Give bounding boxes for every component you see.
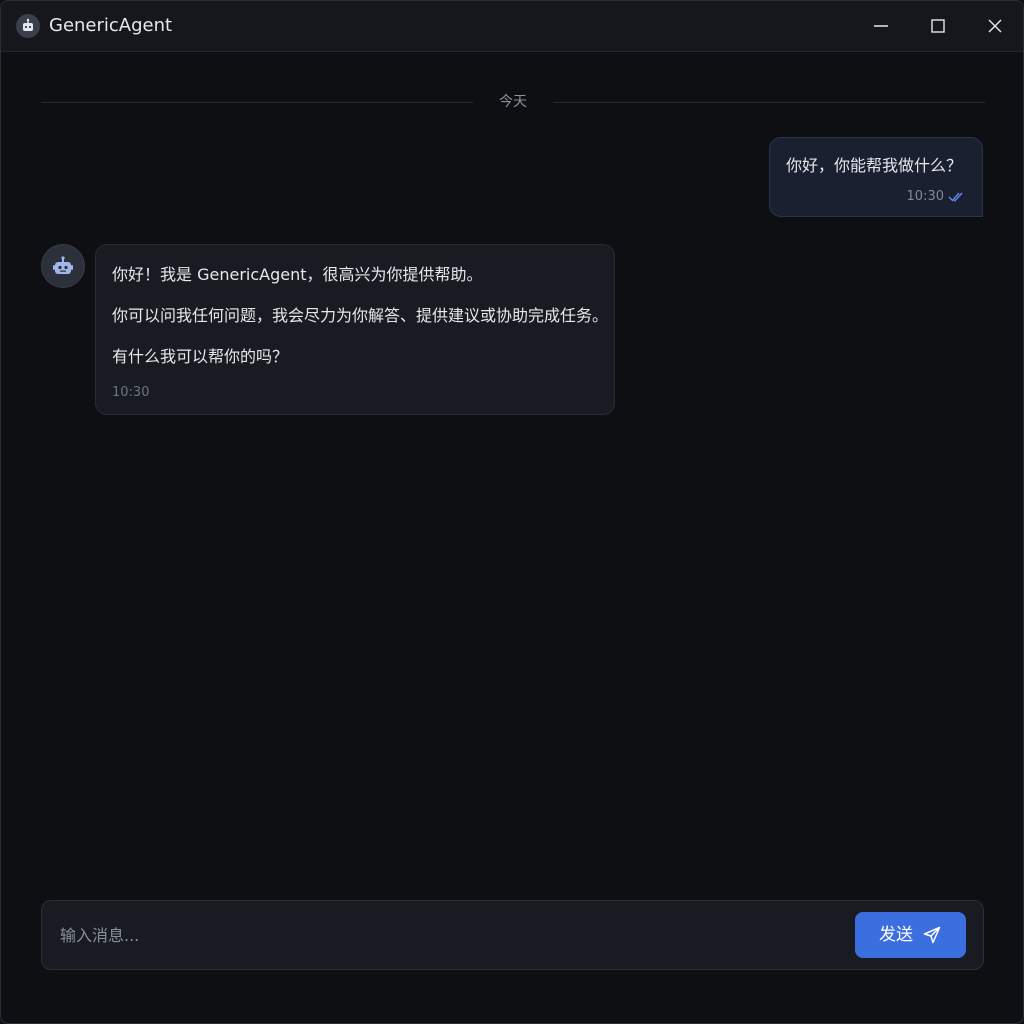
minimize-button[interactable]: [853, 1, 909, 51]
assistant-message-line: 有什么我可以帮你的吗？: [112, 347, 289, 366]
assistant-message-time: 10:30: [112, 385, 150, 400]
minimize-icon: [874, 25, 888, 27]
assistant-message-line: 你可以问我任何问题，我会尽力为你解答、提供建议或协助完成任务。: [112, 306, 609, 325]
paper-plane-icon: [923, 926, 941, 944]
date-divider-line-right: [553, 102, 985, 103]
date-divider: 今天: [499, 94, 527, 110]
title-bar[interactable]: GenericAgent: [1, 1, 1023, 52]
maximize-icon: [931, 19, 945, 33]
robot-icon: [53, 256, 73, 274]
composer: 发送: [41, 900, 984, 970]
robot-icon: [16, 14, 40, 38]
double-check-icon: [948, 192, 963, 202]
close-button[interactable]: [967, 1, 1023, 51]
assistant-message-line: 你好！我是 GenericAgent，很高兴为你提供帮助。: [112, 265, 483, 284]
user-message: 你好，你能帮我做什么？ 10:30: [769, 137, 983, 217]
user-message-text: 你好，你能帮我做什么？: [786, 156, 963, 175]
maximize-button[interactable]: [910, 1, 966, 51]
send-button[interactable]: 发送: [855, 912, 966, 958]
assistant-message: 你好！我是 GenericAgent，很高兴为你提供帮助。 你可以问我任何问题，…: [95, 244, 615, 415]
app-window: GenericAgent 今天 你好，你能帮我做什么？ 10:30 你好！我是 …: [0, 0, 1024, 1024]
send-button-label: 发送: [879, 925, 913, 945]
date-divider-line-left: [41, 102, 473, 103]
message-input[interactable]: [60, 919, 840, 951]
assistant-avatar: [41, 244, 85, 288]
user-message-time: 10:30: [906, 189, 944, 204]
app-title: GenericAgent: [49, 15, 173, 36]
close-icon: [988, 19, 1002, 33]
